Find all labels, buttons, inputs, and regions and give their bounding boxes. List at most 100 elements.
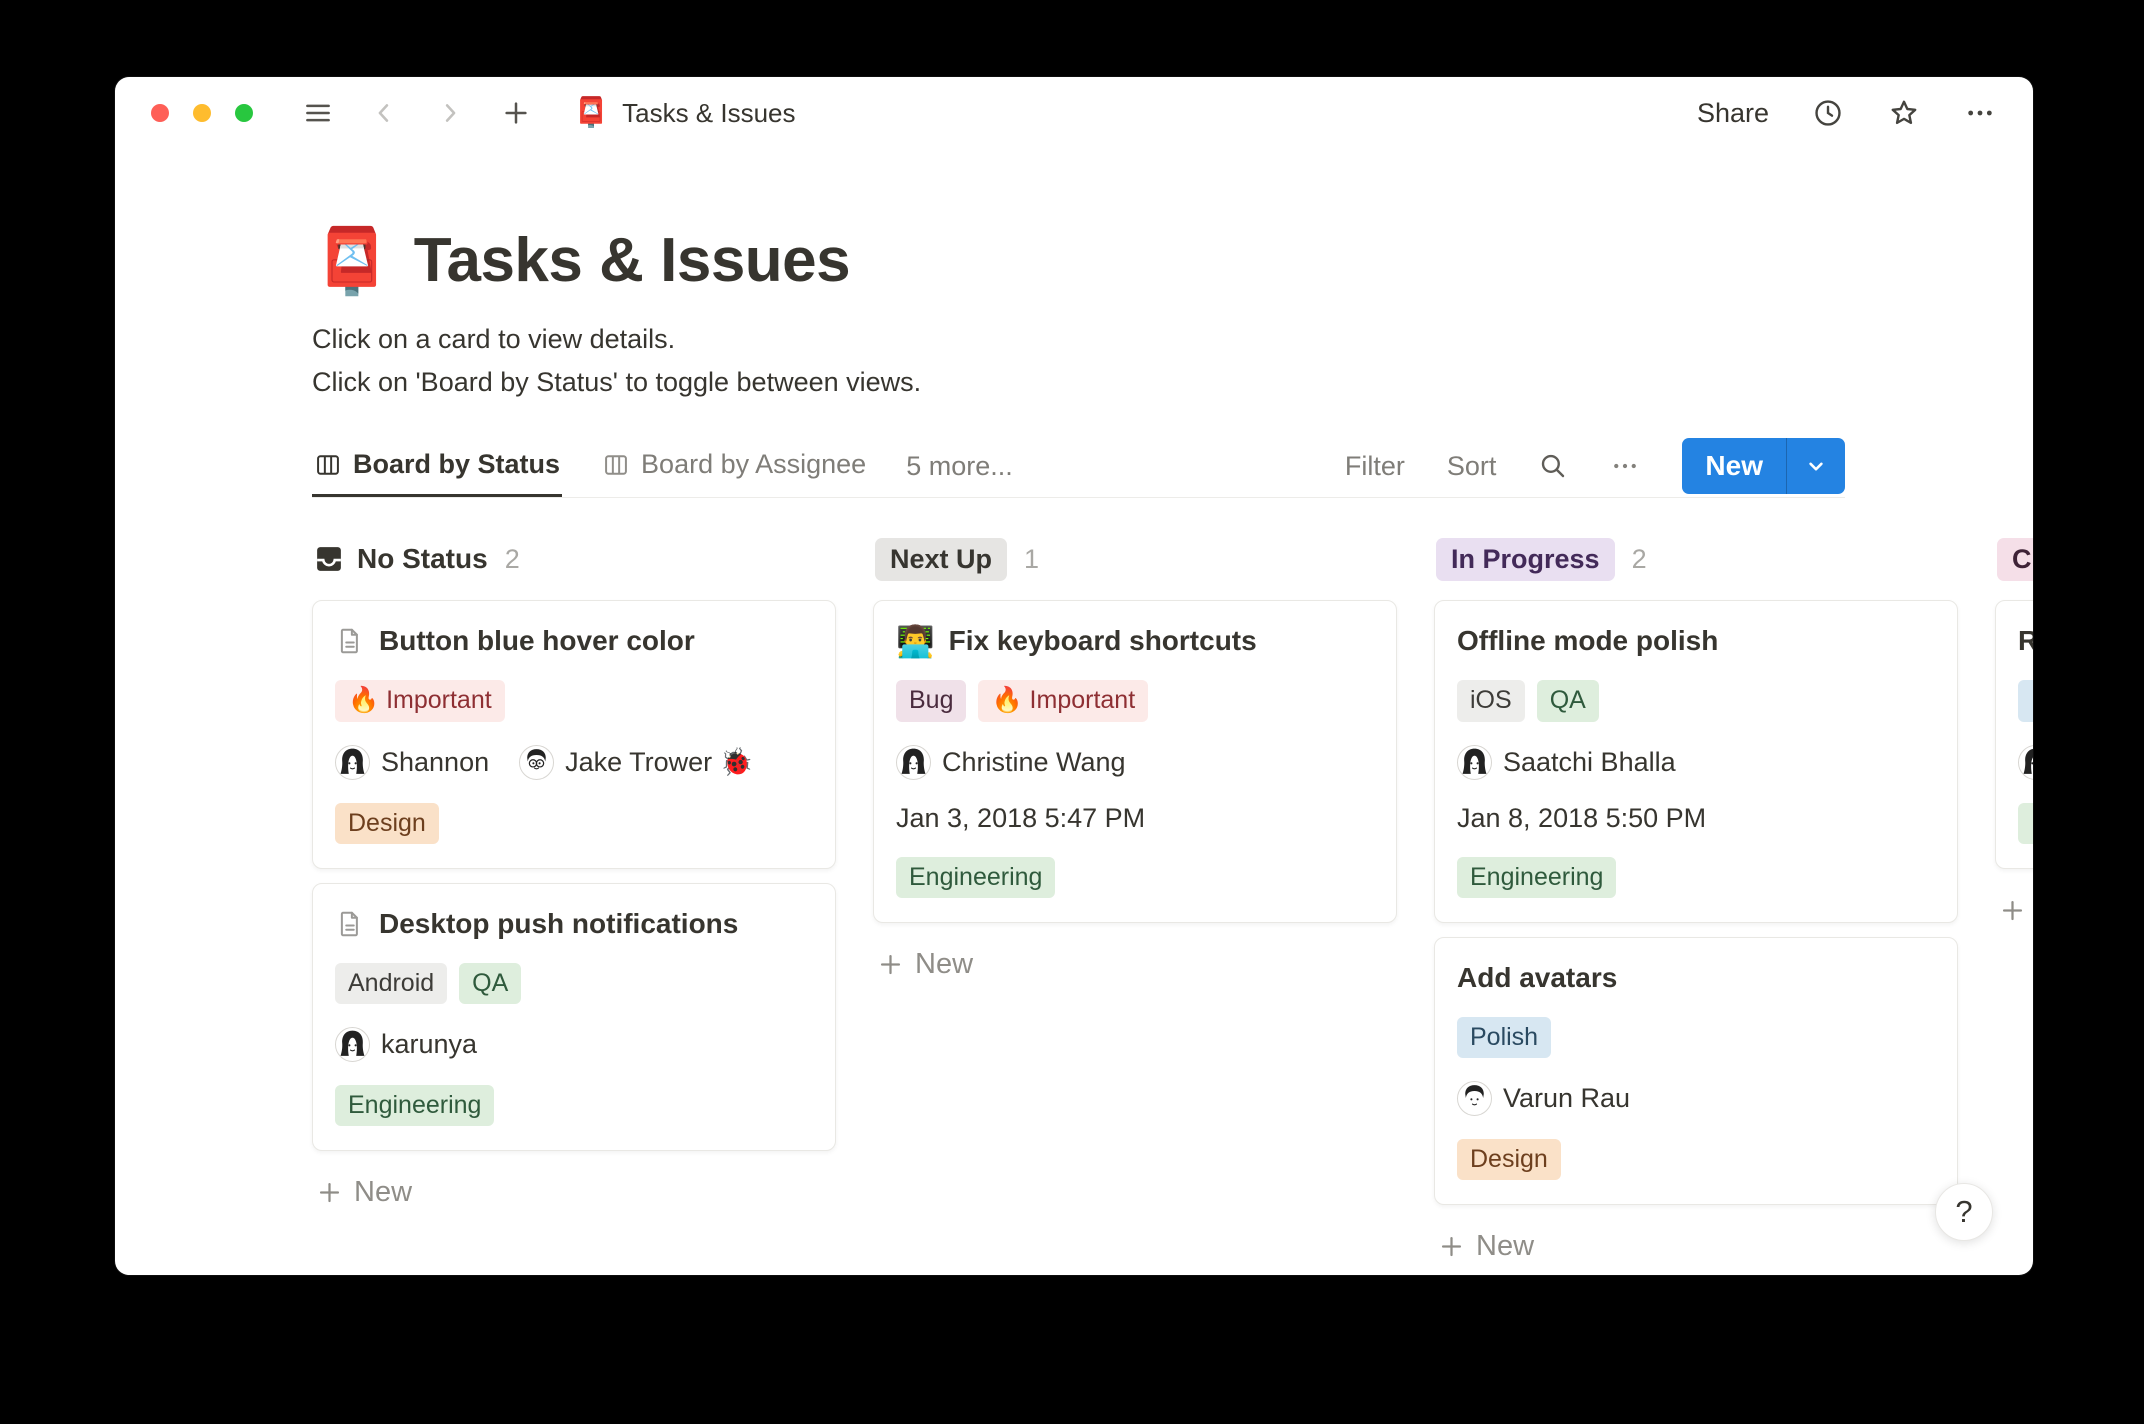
share-button[interactable]: Share [1697,98,1769,129]
column-title-pill[interactable]: In Progress [1436,538,1615,581]
tag-pill: Bug [896,680,966,721]
filter-button[interactable]: Filter [1345,451,1405,482]
more-views-button[interactable]: 5 more... [906,435,1013,497]
column-title-pill[interactable]: C [1997,538,2033,581]
card-people-row: Varun Rau [1457,1081,1935,1116]
card-people-row: Shannon Jake Trower 🐞 [335,745,813,780]
forward-icon[interactable] [433,96,467,130]
board-column-no-status: No Status2 Button blue hover color 🔥 Impor… [312,538,836,1209]
card-people-row [2018,745,2033,780]
card-tags-row: Polish [1457,1017,1935,1058]
card-title: Offline mode polish [1457,625,1718,657]
column-count: 2 [1632,544,1647,575]
card[interactable]: RPE [1995,600,2033,869]
man-glasses-avatar [519,745,554,780]
card-tags-row: P [2018,680,2033,721]
tab-board-by-assignee[interactable]: Board by Assignee [600,435,868,497]
person-name: Varun Rau [1503,1083,1630,1114]
views-toolbar: Board by Status Board by Assignee 5 more… [312,435,1845,498]
view-options-ellipsis-icon[interactable] [1610,451,1640,481]
page-icon [335,626,365,656]
card-emoji: 👨‍💻 [896,626,935,657]
card-people-row: karunya [335,1027,813,1062]
minimize-window-button[interactable] [193,104,211,122]
tag-pill: QA [459,963,521,1004]
card-title: Desktop push notifications [379,908,738,940]
card-tags-row: Engineering [335,1085,813,1126]
person-name: Christine Wang [942,747,1126,778]
card-title-row: Add avatars [1457,962,1935,994]
tag-pill: 🔥 Important [978,680,1148,721]
more-options-icon[interactable] [1963,96,1997,130]
board-column-next-up: Next Up 1 👨‍💻 Fix keyboard shortcuts Bug 🔥 Im… [873,538,1397,981]
card-tags-row: Engineering [896,857,1374,898]
page-emoji: 📮 [312,229,392,293]
page-title: Tasks & Issues [414,225,850,296]
favorite-star-icon[interactable] [1887,96,1921,130]
description-line: Click on a card to view details. [312,318,2033,361]
card-people-row: Saatchi Bhalla [1457,745,1935,780]
card-title: Button blue hover color [379,625,695,657]
new-button[interactable]: New [1682,438,1786,494]
breadcrumb[interactable]: 📮 Tasks & Issues [573,98,796,129]
close-window-button[interactable] [151,104,169,122]
tab-label: Board by Status [353,449,560,480]
plus-icon [1438,1233,1465,1260]
add-card-button[interactable]: New [873,948,973,981]
search-icon[interactable] [1538,451,1568,481]
titlebar-page-title: Tasks & Issues [622,98,795,129]
person: Jake Trower 🐞 [519,745,753,780]
tag-pill: Android [335,963,447,1004]
person-name: Shannon [381,747,489,778]
plus-icon [1999,897,2026,924]
column-count: 1 [1024,544,1039,575]
card[interactable]: Desktop push notifications Android QA karun… [312,883,836,1152]
add-card-button[interactable]: New [1995,894,2033,927]
card-tags-row: iOSQA [1457,680,1935,721]
card-tags-row: Engineering [1457,857,1935,898]
card[interactable]: Offline mode polish iOSQA Saatchi Bhalla Ja… [1434,600,1958,923]
sidebar-toggle-icon[interactable] [301,96,335,130]
board-column-clipped-column: C RPE New [1995,538,2033,927]
card-title-row: 👨‍💻 Fix keyboard shortcuts [896,625,1374,657]
add-card-label: New [1476,1230,1534,1263]
updates-clock-icon[interactable] [1811,96,1845,130]
column-header: C [1997,538,2033,580]
person [2018,745,2033,780]
column-label: No Status [357,543,488,575]
tag-pill: Polish [1457,1017,1551,1058]
page-description: Click on a card to view details. Click o… [312,318,2033,403]
card[interactable]: 👨‍💻 Fix keyboard shortcuts Bug 🔥 Important C… [873,600,1397,923]
column-header: Next Up 1 [875,538,1397,580]
tag-pill: Engineering [335,1085,494,1126]
zoom-window-button[interactable] [235,104,253,122]
plus-icon [316,1179,343,1206]
tag-pill: QA [1537,680,1599,721]
tag-pill: 🔥 Important [335,680,505,721]
person-name: karunya [381,1029,477,1060]
card[interactable]: Add avatarsPolishVarun RauDesign [1434,937,1958,1206]
description-line: Click on 'Board by Status' to toggle bet… [312,361,2033,404]
column-title[interactable]: No Status [314,543,488,575]
card-date: Jan 3, 2018 5:47 PM [896,803,1374,834]
help-button[interactable]: ? [1935,1183,1993,1241]
add-card-label: New [915,948,973,981]
card-title: Fix keyboard shortcuts [949,625,1257,657]
inbox-icon [314,544,344,574]
column-cards: Offline mode polish iOSQA Saatchi Bhalla Ja… [1434,600,1958,1205]
card[interactable]: Button blue hover color 🔥 Important Shanno… [312,600,836,869]
add-card-button[interactable]: New [312,1176,412,1209]
new-button-chevron-down-icon[interactable] [1787,438,1845,494]
new-page-icon[interactable] [499,96,533,130]
column-title-pill[interactable]: Next Up [875,538,1007,581]
card-title-row: Offline mode polish [1457,625,1935,657]
card-date: Jan 8, 2018 5:50 PM [1457,803,1935,834]
sort-button[interactable]: Sort [1447,451,1497,482]
card-people-row: Christine Wang [896,745,1374,780]
tab-board-by-status[interactable]: Board by Status [312,435,562,497]
back-icon[interactable] [367,96,401,130]
woman-avatar [335,745,370,780]
woman-avatar [896,745,931,780]
add-card-button[interactable]: New [1434,1230,1534,1263]
column-header: No Status2 [314,538,836,580]
